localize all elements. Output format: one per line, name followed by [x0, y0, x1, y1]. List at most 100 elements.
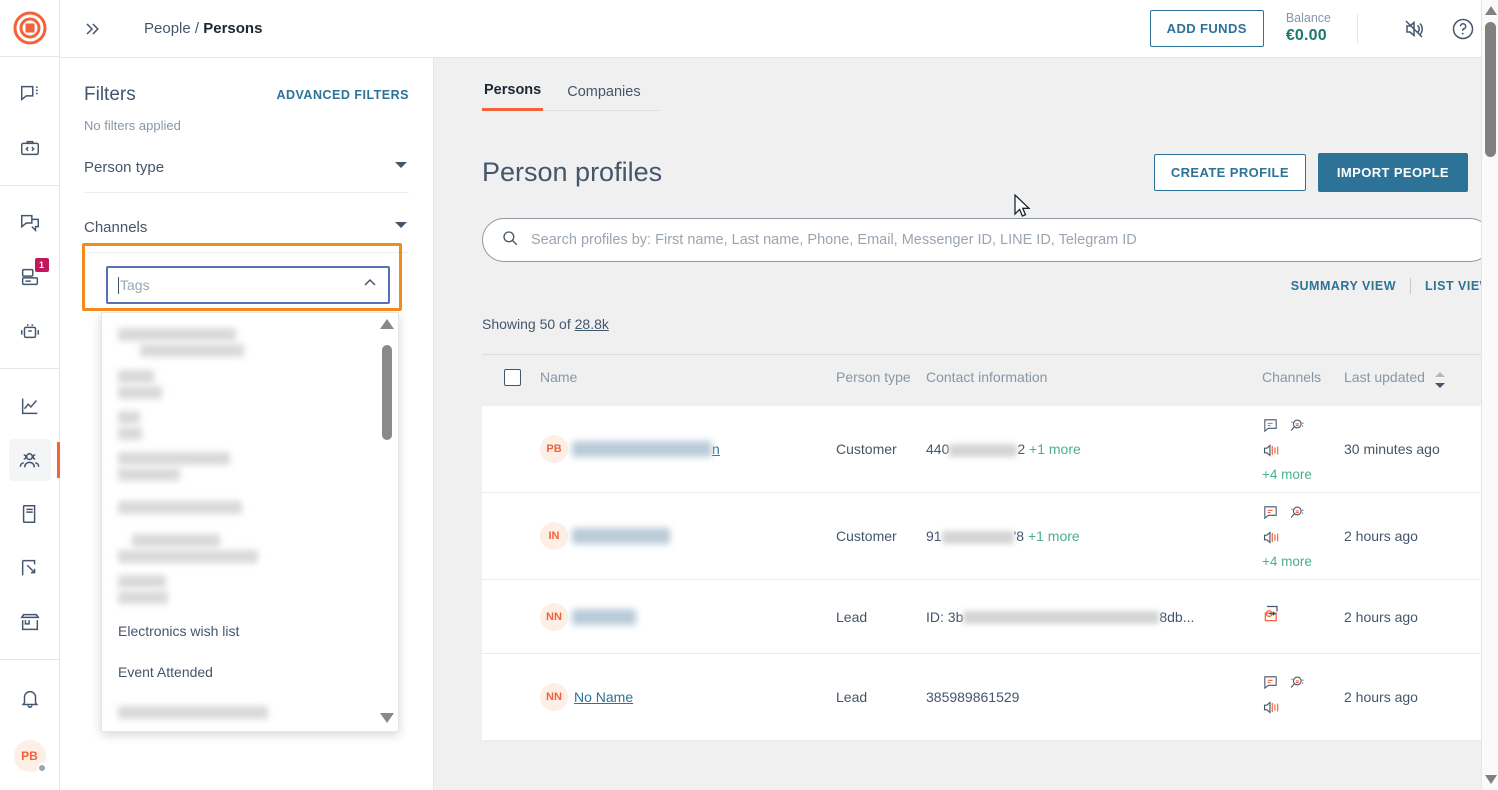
tags-option-list: Electronics wish list Event Attended: [102, 313, 376, 731]
column-header-channels[interactable]: Channels: [1262, 369, 1344, 385]
search-input[interactable]: Search profiles by: First name, Last nam…: [482, 218, 1492, 262]
tags-option[interactable]: [102, 692, 376, 731]
tab-companies[interactable]: Companies: [565, 74, 642, 110]
tags-option[interactable]: [102, 569, 376, 610]
channels-more-link[interactable]: +4 more: [1262, 554, 1312, 569]
tags-option[interactable]: [102, 446, 376, 487]
cell-name[interactable]: NN No Name: [540, 683, 836, 711]
broadcast-speaker-icon[interactable]: [1262, 699, 1281, 721]
channel-icons-row-2: [1262, 442, 1281, 464]
search-person-icon[interactable]: [1287, 417, 1306, 439]
row-avatar: NN: [540, 683, 568, 711]
summary-view-link[interactable]: SUMMARY VIEW: [1291, 279, 1396, 293]
add-funds-button[interactable]: ADD FUNDS: [1149, 10, 1264, 47]
column-header-contact[interactable]: Contact information: [926, 369, 1262, 385]
tags-option[interactable]: [102, 487, 376, 528]
note-icon[interactable]: [1262, 417, 1279, 439]
breadcrumb-current: Persons: [203, 20, 263, 37]
page-scrollbar[interactable]: [1481, 0, 1498, 790]
cell-contact: ID: 3b 8db...: [926, 609, 1262, 625]
sort-arrows-icon[interactable]: [1433, 371, 1447, 392]
scroll-thumb[interactable]: [1485, 22, 1496, 157]
create-profile-button[interactable]: CREATE PROFILE: [1153, 154, 1306, 191]
scroll-down-arrow-icon[interactable]: [380, 713, 394, 725]
chevron-up-icon[interactable]: [362, 275, 378, 296]
breadcrumb-parent[interactable]: People: [144, 20, 191, 37]
cell-name[interactable]: IN: [540, 522, 836, 550]
broadcast-speaker-icon[interactable]: [1262, 442, 1281, 464]
redacted-name: [572, 528, 670, 544]
table-row[interactable]: NN Lead ID: 3b 8db... 2 hours ago: [482, 580, 1492, 654]
contact-more-link[interactable]: +1 more: [1028, 528, 1080, 544]
note-icon[interactable]: [1262, 504, 1279, 526]
contact-suffix: '8: [1013, 528, 1025, 544]
tags-option[interactable]: [102, 323, 376, 364]
select-all-checkbox[interactable]: [504, 369, 521, 386]
scroll-up-arrow-icon[interactable]: [380, 319, 394, 331]
tags-input[interactable]: Tags: [106, 266, 390, 304]
search-person-icon[interactable]: [1287, 504, 1306, 526]
double-chevron-right-icon[interactable]: [78, 19, 106, 39]
top-bar-actions: ADD FUNDS Balance €0.00: [1149, 10, 1480, 47]
contact-more-link[interactable]: +1 more: [1029, 441, 1081, 457]
column-header-last-updated[interactable]: Last updated: [1344, 369, 1492, 392]
avatar[interactable]: PB: [13, 740, 47, 773]
tags-option-electronics-wish-list[interactable]: Electronics wish list: [102, 610, 376, 651]
column-header-person-type[interactable]: Person type: [836, 369, 926, 385]
scroll-track[interactable]: [379, 331, 395, 713]
chevron-down-icon: [393, 217, 409, 238]
table-row[interactable]: NN No Name Lead 385989861529 2 hours ago: [482, 654, 1492, 741]
note-icon[interactable]: [1262, 674, 1279, 696]
sidebar-item-developer[interactable]: [9, 127, 51, 169]
name-link[interactable]: No Name: [574, 689, 633, 705]
sidebar-item-bot[interactable]: [9, 310, 51, 352]
tab-persons[interactable]: Persons: [482, 72, 544, 111]
text-caret: [118, 276, 119, 294]
sidebar-item-people[interactable]: [8, 439, 60, 481]
contact-prefix: 385989861529: [926, 689, 1020, 705]
scroll-up-arrow-icon[interactable]: [1482, 2, 1498, 19]
tags-option-event-attended[interactable]: Event Attended: [102, 651, 376, 692]
import-people-button[interactable]: IMPORT PEOPLE: [1317, 153, 1468, 192]
column-header-name[interactable]: Name: [540, 369, 836, 385]
filter-channels[interactable]: Channels: [84, 203, 409, 253]
total-count-link[interactable]: 28.8k: [575, 316, 609, 332]
scroll-down-arrow-icon[interactable]: [1482, 771, 1498, 788]
scroll-thumb[interactable]: [382, 345, 392, 440]
sidebar-item-broadcast[interactable]: [9, 202, 51, 244]
sidebar-item-inbox[interactable]: 1: [9, 256, 51, 298]
contact-prefix: ID: 3b: [926, 608, 964, 625]
tags-dropdown-scrollbar[interactable]: [379, 319, 395, 725]
channels-more-link[interactable]: +4 more: [1262, 467, 1312, 482]
sidebar-item-analytics[interactable]: [9, 385, 51, 427]
search-person-icon[interactable]: [1287, 674, 1306, 696]
sidebar-item-flows[interactable]: [9, 547, 51, 589]
cell-last-updated: 2 hours ago: [1344, 689, 1418, 705]
speaker-muted-icon[interactable]: [1398, 12, 1432, 46]
table-row[interactable]: PB n Customer 440 2 +1 more +4 more 30 m…: [482, 406, 1492, 493]
advanced-filters-link[interactable]: ADVANCED FILTERS: [276, 88, 409, 102]
sidebar-item-catalog[interactable]: [9, 493, 51, 535]
sidebar-item-chat[interactable]: [9, 73, 51, 115]
page-title-filters: Filters: [84, 84, 136, 105]
help-circle-icon[interactable]: [1446, 12, 1480, 46]
divider: [1357, 13, 1358, 44]
name-link-suffix[interactable]: n: [712, 441, 720, 457]
tags-option[interactable]: [102, 405, 376, 446]
page-header: Person profiles CREATE PROFILE IMPORT PE…: [482, 153, 1498, 192]
cell-channels: +4 more: [1262, 417, 1344, 482]
notifications-bell-icon[interactable]: [9, 678, 51, 720]
main-inner: Persons Companies Person profiles CREATE…: [434, 58, 1498, 741]
sidebar-item-store[interactable]: [9, 601, 51, 643]
cell-contact: 440 2 +1 more: [926, 441, 1262, 457]
cell-name[interactable]: PB n: [540, 435, 836, 463]
cell-contact: 385989861529: [926, 689, 1262, 705]
cell-name[interactable]: NN: [540, 602, 836, 631]
filter-person-type[interactable]: Person type: [84, 143, 409, 193]
broadcast-speaker-icon[interactable]: [1262, 529, 1281, 551]
tags-option[interactable]: [102, 364, 376, 405]
app-logo[interactable]: [0, 0, 59, 56]
tags-option[interactable]: [102, 528, 376, 569]
email-reply-icon[interactable]: [1262, 605, 1282, 628]
table-row[interactable]: IN Customer 91'8 +1 more +4 more 2 hours…: [482, 493, 1492, 580]
